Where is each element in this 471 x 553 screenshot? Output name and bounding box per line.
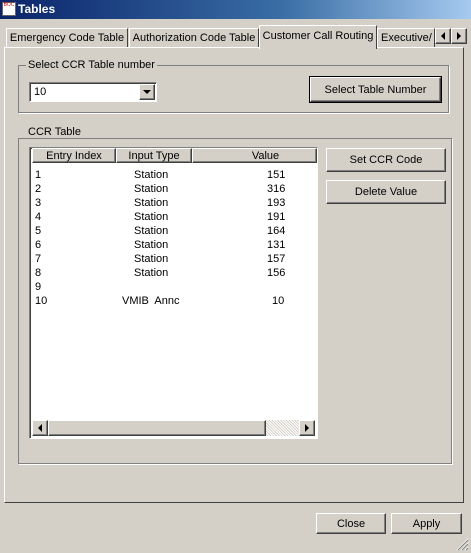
ccr-table-number-combo[interactable]: 10 [29, 82, 157, 102]
input-type-cell: Station [134, 225, 169, 237]
column-header-entry-index[interactable]: Entry Index [32, 148, 116, 163]
scrollbar-track[interactable] [266, 420, 299, 436]
entry-index-cell: 9 [35, 281, 42, 293]
entry-index-cell: 1 [35, 169, 42, 181]
tab-label: Customer Call Routing [262, 30, 374, 42]
list-header: Entry Index Input Type Value [32, 148, 317, 163]
tab-emergency-code-table[interactable]: Emergency Code Table [6, 28, 128, 48]
column-header-value[interactable]: Value [192, 148, 317, 163]
column-header-input-type[interactable]: Input Type [116, 148, 192, 163]
table-row[interactable]: 7 Station 157 [32, 252, 317, 266]
entry-index-cell: 4 [35, 211, 42, 223]
title-bar[interactable]: BOC Tables [0, 0, 471, 19]
chevron-down-icon [143, 90, 151, 94]
column-header-label: Input Type [128, 150, 180, 162]
tab-label: Authorization Code Table [132, 32, 256, 44]
select-ccr-group-label: Select CCR Table number [26, 59, 157, 71]
value-cell: 164 [267, 225, 286, 237]
set-ccr-code-button[interactable]: Set CCR Code [326, 148, 446, 172]
combo-dropdown-button[interactable] [139, 84, 155, 100]
arrow-left-icon [38, 424, 42, 432]
tab-authorization-code-table[interactable]: Authorization Code Table [129, 28, 259, 48]
value-cell: 156 [267, 267, 286, 279]
button-label: Close [336, 517, 366, 530]
input-type-cell: Station [134, 239, 169, 251]
table-row[interactable]: 5 Station 164 [32, 224, 317, 238]
table-row[interactable]: 6 Station 131 [32, 238, 317, 252]
tab-scroll-right-button[interactable] [451, 28, 467, 44]
scroll-left-button[interactable] [32, 420, 48, 436]
button-label: Apply [412, 517, 441, 530]
entry-index-cell: 10 [35, 295, 48, 307]
chevron-right-icon [457, 32, 461, 40]
horizontal-scrollbar[interactable] [32, 420, 315, 436]
ccr-table-group-label: CCR Table [26, 126, 83, 138]
entry-index-cell: 5 [35, 225, 42, 237]
column-header-label: Entry Index [46, 150, 102, 162]
value-cell: 316 [267, 183, 286, 195]
resize-grip-icon[interactable] [455, 537, 469, 551]
delete-value-button[interactable]: Delete Value [326, 180, 446, 204]
combo-value: 10 [34, 86, 47, 98]
button-label: Select Table Number [324, 83, 427, 96]
tab-executive[interactable]: Executive/ [377, 28, 435, 48]
input-type-cell: Station [134, 183, 169, 195]
ccr-table-list[interactable]: Entry Index Input Type Value 1 Station 1… [29, 147, 318, 439]
table-row[interactable]: 10 VMIB Annc 10 [32, 294, 317, 308]
tab-label: Executive/ [381, 32, 432, 44]
entry-index-cell: 2 [35, 183, 42, 195]
table-row[interactable]: 3 Station 193 [32, 196, 317, 210]
button-label: Delete Value [354, 186, 418, 198]
chevron-left-icon [441, 32, 445, 40]
apply-button[interactable]: Apply [391, 513, 462, 534]
close-button[interactable]: Close [316, 513, 386, 534]
tab-customer-call-routing[interactable]: Customer Call Routing [259, 25, 377, 49]
table-row[interactable]: 2 Station 316 [32, 182, 317, 196]
scrollbar-thumb[interactable] [48, 420, 266, 436]
arrow-right-icon [305, 424, 309, 432]
entry-index-cell: 3 [35, 197, 42, 209]
value-cell: 157 [267, 253, 286, 265]
table-row[interactable]: 9 [32, 280, 317, 294]
column-header-label: Value [251, 150, 280, 162]
entry-index-cell: 8 [35, 267, 42, 279]
app-icon: BOC [2, 2, 16, 16]
table-row[interactable]: 1 Station 151 [32, 168, 317, 182]
entry-index-cell: 7 [35, 253, 42, 265]
tab-scroll-left-button[interactable] [435, 28, 451, 44]
input-type-cell: Station [134, 253, 169, 265]
scroll-right-button[interactable] [299, 420, 315, 436]
window-title: Tables [18, 2, 56, 16]
list-body: 1 Station 151 2 Station 316 3 Station 19… [32, 168, 317, 308]
value-cell: 151 [267, 169, 286, 181]
table-row[interactable]: 4 Station 191 [32, 210, 317, 224]
input-type-cell: Station [134, 267, 169, 279]
value-cell: 10 [272, 295, 285, 307]
button-label: Set CCR Code [349, 154, 423, 166]
table-row[interactable]: 8 Station 156 [32, 266, 317, 280]
input-type-cell: Station [134, 197, 169, 209]
tab-panel: Select CCR Table number 10 Select Table … [4, 47, 464, 503]
input-type-cell: Station [134, 169, 169, 181]
value-cell: 191 [267, 211, 286, 223]
tab-label: Emergency Code Table [9, 32, 125, 44]
value-cell: 131 [267, 239, 286, 251]
input-type-cell: Station [134, 211, 169, 223]
select-table-number-button[interactable]: Select Table Number [309, 76, 442, 103]
entry-index-cell: 6 [35, 239, 42, 251]
input-type-cell: VMIB Annc [122, 295, 180, 307]
value-cell: 193 [267, 197, 286, 209]
